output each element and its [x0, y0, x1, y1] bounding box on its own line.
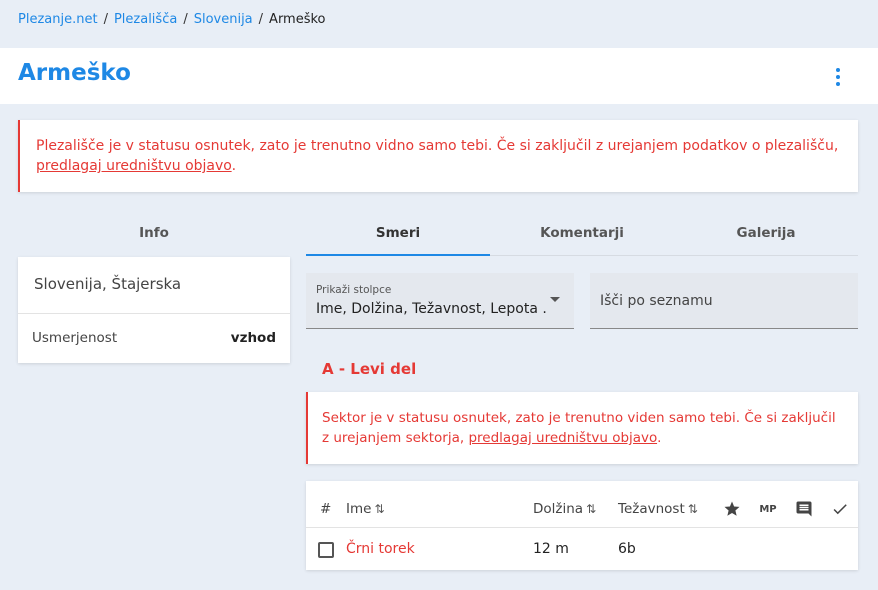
- check-icon[interactable]: [830, 499, 850, 519]
- more-options-icon[interactable]: [832, 68, 844, 86]
- header-grade-label: Težavnost: [618, 501, 685, 517]
- header-name-label: Ime: [346, 501, 372, 517]
- columns-select[interactable]: Prikaži stolpce Ime, Dolžina, Težavnost,…: [306, 273, 574, 329]
- sort-icon: ⇅: [586, 502, 596, 516]
- header-length[interactable]: Dolžina ⇅: [533, 501, 596, 517]
- header-length-label: Dolžina: [533, 501, 584, 517]
- tab-smeri[interactable]: Smeri: [306, 210, 490, 256]
- breadcrumb-current: Armeško: [269, 12, 326, 27]
- route-length: 12 m: [533, 541, 569, 557]
- draft-alert-text: Plezališče je v statusu osnutek, zato je…: [36, 138, 839, 154]
- draft-alert-suffix: .: [231, 158, 237, 174]
- active-tab-indicator: [306, 254, 490, 256]
- propose-publication-link[interactable]: predlagaj uredništvu objavo: [36, 158, 232, 174]
- row-checkbox[interactable]: [318, 542, 334, 558]
- search-input[interactable]: [590, 273, 858, 328]
- sector-draft-alert: Sektor je v statusu osnutek, zato je tre…: [306, 392, 858, 464]
- search-field: [590, 273, 858, 329]
- info-card: Slovenija, Štajerska Usmerjenost vzhod: [18, 257, 290, 363]
- dropdown-arrow-icon: [550, 297, 560, 302]
- sort-icon: ⇅: [374, 502, 384, 516]
- breadcrumb-separator: /: [258, 12, 264, 27]
- table-header-divider: [306, 527, 858, 528]
- breadcrumb: Plezanje.net / Plezališča / Slovenija / …: [18, 12, 326, 27]
- route-name[interactable]: Črni torek: [346, 541, 415, 557]
- breadcrumb-separator: /: [103, 12, 108, 27]
- tab-galerija[interactable]: Galerija: [674, 210, 858, 256]
- orientation-label: Usmerjenost: [32, 330, 118, 346]
- sort-icon: ⇅: [687, 502, 698, 516]
- sector-alert-suffix: .: [657, 430, 662, 446]
- header-mp[interactable]: MP: [758, 499, 778, 519]
- sector-title: A - Levi del: [322, 360, 417, 378]
- tab-info[interactable]: Info: [18, 210, 290, 256]
- star-icon[interactable]: [722, 499, 742, 519]
- draft-status-alert: Plezališče je v statusu osnutek, zato je…: [18, 120, 858, 192]
- tab-komentarji[interactable]: Komentarji: [490, 210, 674, 256]
- header-grade[interactable]: Težavnost ⇅: [618, 501, 698, 517]
- breadcrumb-link-country[interactable]: Slovenija: [194, 12, 253, 27]
- location-text: Slovenija, Štajerska: [34, 275, 182, 293]
- breadcrumb-link-home[interactable]: Plezanje.net: [18, 12, 98, 27]
- header-number: #: [320, 501, 332, 517]
- columns-select-label: Prikaži stolpce: [316, 284, 392, 296]
- columns-select-value: Ime, Dolžina, Težavnost, Lepota ...: [316, 301, 546, 317]
- sector-propose-publication-link[interactable]: predlagaj uredništvu objavo: [468, 430, 657, 446]
- page-title: Armeško: [18, 60, 131, 86]
- orientation-value: vzhod: [230, 330, 276, 346]
- info-divider: [18, 313, 290, 314]
- breadcrumb-separator: /: [183, 12, 188, 27]
- breadcrumb-link-crags[interactable]: Plezališča: [114, 12, 177, 27]
- comment-icon[interactable]: [794, 499, 814, 519]
- page-header: Armeško: [0, 48, 878, 104]
- header-name[interactable]: Ime ⇅: [346, 501, 385, 517]
- route-grade: 6b: [618, 541, 636, 557]
- routes-table: # Ime ⇅ Dolžina ⇅ Težavnost ⇅ MP Črni to…: [306, 481, 858, 570]
